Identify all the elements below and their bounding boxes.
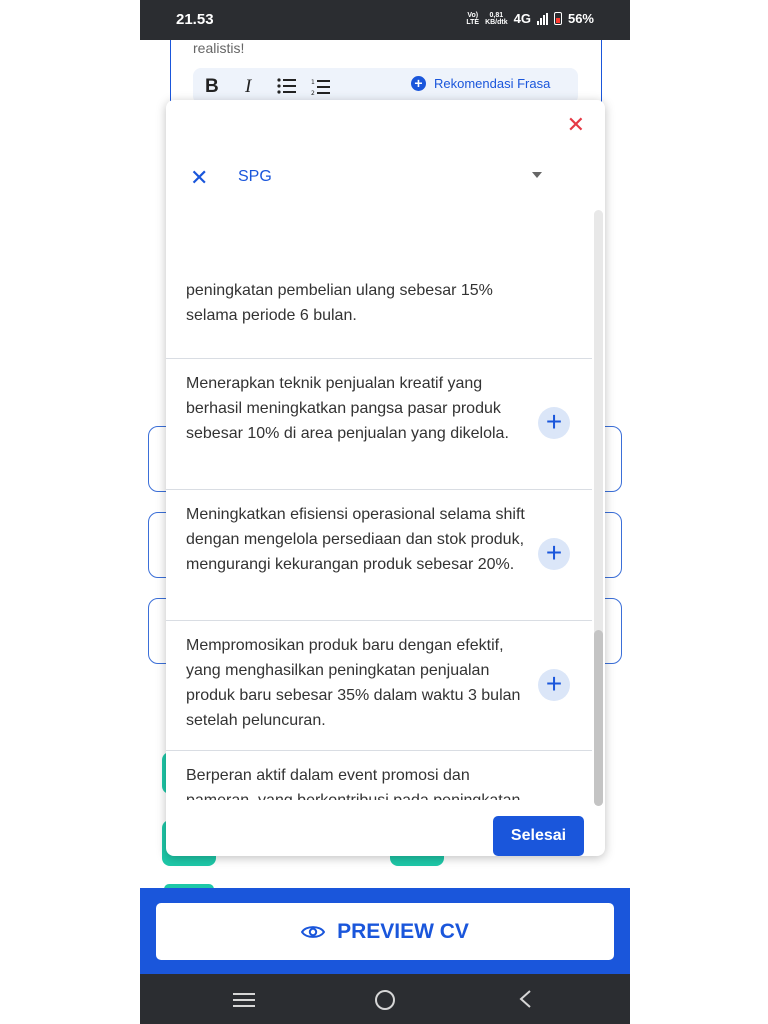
- preview-bar: PREVIEW CV: [140, 888, 630, 974]
- editor-hint: realistis!: [193, 40, 245, 56]
- status-icons: Vo) LTE 0,81 KB/dtk 4G 56%: [466, 11, 594, 26]
- phrase-item: Meningkatkan efisiensi operasional selam…: [166, 490, 592, 621]
- recommend-phrase-button[interactable]: + Rekomendasi Frasa: [411, 76, 550, 91]
- done-button[interactable]: Selesai: [493, 816, 584, 856]
- battery-icon: [553, 12, 562, 25]
- phrase-item: Mempromosikan produk baru dengan efektif…: [166, 621, 592, 751]
- plus-circle-icon: +: [411, 76, 426, 91]
- bold-button[interactable]: B: [205, 76, 219, 98]
- volte-indicator: Vo) LTE: [466, 11, 480, 26]
- phone-screen: 21.53 Vo) LTE 0,81 KB/dtk 4G 56% realist…: [140, 0, 630, 1024]
- numbered-list-icon[interactable]: 1 2: [311, 78, 331, 96]
- system-nav-bar: [140, 974, 630, 1024]
- italic-button[interactable]: I: [245, 76, 251, 98]
- svg-text:1: 1: [311, 79, 315, 86]
- bullet-list-icon[interactable]: [277, 78, 297, 94]
- phrase-item: Menerapkan teknik penjualan kreatif yang…: [166, 359, 592, 490]
- add-phrase-button[interactable]: +: [538, 669, 570, 701]
- battery-level: 56%: [567, 11, 594, 26]
- preview-cv-label: PREVIEW CV: [337, 919, 469, 943]
- network-type: 4G: [513, 11, 531, 26]
- add-phrase-button[interactable]: +: [538, 538, 570, 570]
- home-icon[interactable]: [374, 989, 396, 1011]
- status-bar: 21.53 Vo) LTE 0,81 KB/dtk 4G 56%: [140, 0, 630, 40]
- editor-toolbar: B I 1 2 + Rekomendasi Frasa: [193, 68, 578, 104]
- network-speed: 0,81 KB/dtk: [485, 11, 508, 26]
- recent-apps-icon[interactable]: [233, 992, 255, 1008]
- phrase-item: Berperan aktif dalam event promosi dan p…: [166, 751, 592, 800]
- close-icon[interactable]: ✕: [567, 114, 585, 136]
- position-select[interactable]: ✕ SPG: [166, 156, 605, 200]
- add-phrase-button[interactable]: +: [538, 407, 570, 439]
- selected-position: SPG: [238, 168, 272, 185]
- dropdown-caret-icon[interactable]: [532, 172, 542, 178]
- eye-icon: [301, 925, 326, 938]
- list-scrollbar[interactable]: [594, 210, 603, 806]
- scrollbar-thumb[interactable]: [594, 630, 603, 806]
- clear-selection-icon[interactable]: ✕: [190, 165, 208, 191]
- svg-text:2: 2: [311, 90, 315, 96]
- signal-icon: [536, 12, 548, 25]
- preview-cv-button[interactable]: PREVIEW CV: [156, 903, 614, 960]
- status-time: 21.53: [176, 11, 214, 28]
- phrase-item: peningkatan pembelian ulang sebesar 15% …: [166, 200, 592, 359]
- phrase-recommendation-modal: ✕ ✕ SPG peningkatan pembelian ulang sebe…: [166, 100, 605, 856]
- back-icon[interactable]: [518, 989, 532, 1009]
- phrase-list[interactable]: peningkatan pembelian ulang sebesar 15% …: [166, 200, 592, 800]
